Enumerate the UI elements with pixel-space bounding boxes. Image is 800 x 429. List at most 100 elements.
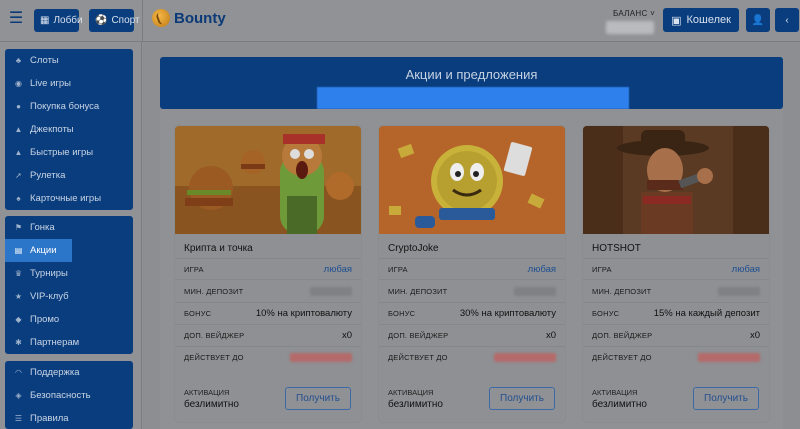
wallet-icon: ▣: [671, 14, 682, 27]
label-game: ИГРА: [592, 264, 612, 274]
sidebar-item-label: Карточные игры: [30, 193, 102, 204]
wallet-label: Кошелек: [686, 14, 731, 26]
sidebar-item-card-games[interactable]: ♠ Карточные игры: [5, 187, 133, 210]
game-value[interactable]: любая: [732, 264, 760, 275]
row-min-deposit: МИН. ДЕПОЗИТ: [592, 285, 760, 297]
sidebar-item-label: Турниры: [30, 268, 68, 279]
sidebar-item-partners[interactable]: ✱ Партнерам: [5, 331, 133, 354]
sidebar-item-roulette[interactable]: ➚ Рулетка: [5, 164, 133, 187]
divider: [175, 346, 361, 347]
divider: [583, 324, 769, 325]
row-game: ИГРА любая: [184, 263, 352, 275]
promo-name: HOTSHOT: [592, 243, 641, 254]
promo-banner[interactable]: [317, 87, 629, 109]
sidebar-item-label: Джекпоты: [30, 124, 74, 135]
valid-until-hidden: [698, 352, 760, 362]
promo-card: CryptoJoke ИГРА любая МИН. ДЕПОЗИТ БОНУС 3…: [379, 126, 565, 422]
row-valid-until: ДЕЙСТВУЕТ ДО: [184, 351, 352, 363]
sidebar-item-jackpots[interactable]: ▲ Джекпоты: [5, 118, 133, 141]
sidebar-item-security[interactable]: ◈ Безопасность: [5, 384, 133, 407]
divider: [379, 324, 565, 325]
profile-button[interactable]: 👤: [746, 8, 770, 32]
label-valid-until: ДЕЙСТВУЕТ ДО: [388, 352, 448, 362]
label-game: ИГРА: [184, 264, 204, 274]
sidebar-item-vip[interactable]: ★ VIP-клуб: [5, 285, 133, 308]
live-icon: ◉: [15, 79, 22, 88]
sidebar-item-bonus-buy[interactable]: ● Покупка бонуса: [5, 95, 133, 118]
divider: [175, 302, 361, 303]
sidebar-group-promo: ⚑ Гонка ▤ Акции ♛ Турниры ★ VIP-клуб ◆ Промо …: [5, 216, 133, 354]
label-wager: ДОП. ВЕЙДЖЕР: [592, 330, 653, 340]
min-deposit-hidden: [514, 286, 556, 296]
sidebar: ♣ Слоты ◉ Live игры ● Покупка бонуса ▲ Джекп…: [0, 42, 142, 429]
activation-label: АКТИВАЦИЯ: [592, 388, 638, 397]
promo-card-image[interactable]: [379, 126, 565, 234]
label-valid-until: ДЕЙСТВУЕТ ДО: [184, 352, 244, 362]
row-wager: ДОП. ВЕЙДЖЕР x0: [388, 329, 556, 341]
wager-value: x0: [341, 329, 352, 341]
sidebar-item-fast-games[interactable]: ▲ Быстрые игры: [5, 141, 133, 164]
wager-value: x0: [545, 329, 556, 341]
sidebar-item-tournaments[interactable]: ♛ Турниры: [5, 262, 133, 285]
row-valid-until: ДЕЙСТВУЕТ ДО: [388, 351, 556, 363]
hamburger-menu-icon[interactable]: ☰: [8, 10, 24, 28]
divider: [583, 258, 769, 259]
divider: [583, 302, 769, 303]
game-value[interactable]: любая: [324, 264, 352, 275]
row-min-deposit: МИН. ДЕПОЗИТ: [388, 285, 556, 297]
activation-label: АКТИВАЦИЯ: [184, 388, 230, 397]
balance-dropdown[interactable]: БАЛАНС ˅: [613, 9, 655, 18]
sidebar-item-live[interactable]: ◉ Live игры: [5, 72, 133, 95]
valid-until-hidden: [494, 352, 556, 362]
sidebar-item-promotions[interactable]: ▤ Акции: [5, 239, 72, 262]
sidebar-group-info: ◠ Поддержка ◈ Безопасность ☰ Правила: [5, 361, 133, 429]
sidebar-item-label: Промо: [30, 314, 60, 325]
get-bonus-button[interactable]: Получить: [285, 387, 351, 410]
promo-card-image[interactable]: [583, 126, 769, 234]
partner-icon: ✱: [15, 338, 22, 347]
activation-label: АКТИВАЦИЯ: [388, 388, 434, 397]
wallet-button[interactable]: ▣ Кошелек: [663, 8, 739, 32]
label-bonus: БОНУС: [388, 308, 416, 318]
label-min-deposit: МИН. ДЕПОЗИТ: [184, 286, 244, 296]
sidebar-item-label: VIP-клуб: [30, 291, 69, 302]
label-bonus: БОНУС: [592, 308, 620, 318]
get-bonus-button[interactable]: Получить: [489, 387, 555, 410]
promo-card: Крипта и точка ИГРА любая МИН. ДЕПОЗИТ БО…: [175, 126, 361, 422]
lobby-button[interactable]: ▦ Лобби: [34, 9, 83, 32]
row-game: ИГРА любая: [592, 263, 760, 275]
divider: [175, 258, 361, 259]
rocket-icon: ➚: [15, 171, 22, 180]
cards-icon: ♠: [16, 194, 21, 203]
divider: [379, 279, 565, 280]
logo[interactable]: Bounty: [152, 9, 226, 27]
sidebar-item-label: Гонка: [30, 222, 55, 233]
sport-button[interactable]: ⚽ Спорт: [89, 9, 140, 32]
sidebar-item-rules[interactable]: ☰ Правила: [5, 407, 133, 429]
coin-icon: ●: [16, 102, 21, 111]
sidebar-item-race[interactable]: ⚑ Гонка: [5, 216, 133, 239]
row-valid-until: ДЕЙСТВУЕТ ДО: [592, 351, 760, 363]
sidebar-item-label: Быстрые игры: [30, 147, 94, 158]
promo-icon: ◆: [15, 315, 22, 324]
user-icon: 👤: [751, 14, 765, 26]
sidebar-item-label: Поддержка: [30, 367, 80, 378]
sidebar-item-support[interactable]: ◠ Поддержка: [5, 361, 133, 384]
divider: [379, 346, 565, 347]
game-value[interactable]: любая: [528, 264, 556, 275]
sidebar-item-slots[interactable]: ♣ Слоты: [5, 49, 133, 72]
page-title: Акции и предложения: [405, 67, 538, 82]
star-icon: ★: [14, 292, 23, 301]
wager-value: x0: [749, 329, 760, 341]
headset-icon: ◠: [15, 368, 22, 377]
promotions-header: Акции и предложения: [160, 57, 783, 109]
row-min-deposit: МИН. ДЕПОЗИТ: [184, 285, 352, 297]
collapse-button[interactable]: ‹: [775, 8, 799, 32]
promo-card-image[interactable]: [175, 126, 361, 234]
sidebar-item-promo[interactable]: ◆ Промо: [5, 308, 133, 331]
ball-icon: ⚽: [95, 15, 108, 26]
label-bonus: БОНУС: [184, 308, 212, 318]
sidebar-item-label: Покупка бонуса: [30, 101, 100, 112]
top-bar: ☰ ▦ Лобби ⚽ Спорт Bounty БАЛАНС ˅ ▣ Коше…: [0, 0, 800, 42]
get-bonus-button[interactable]: Получить: [693, 387, 759, 410]
